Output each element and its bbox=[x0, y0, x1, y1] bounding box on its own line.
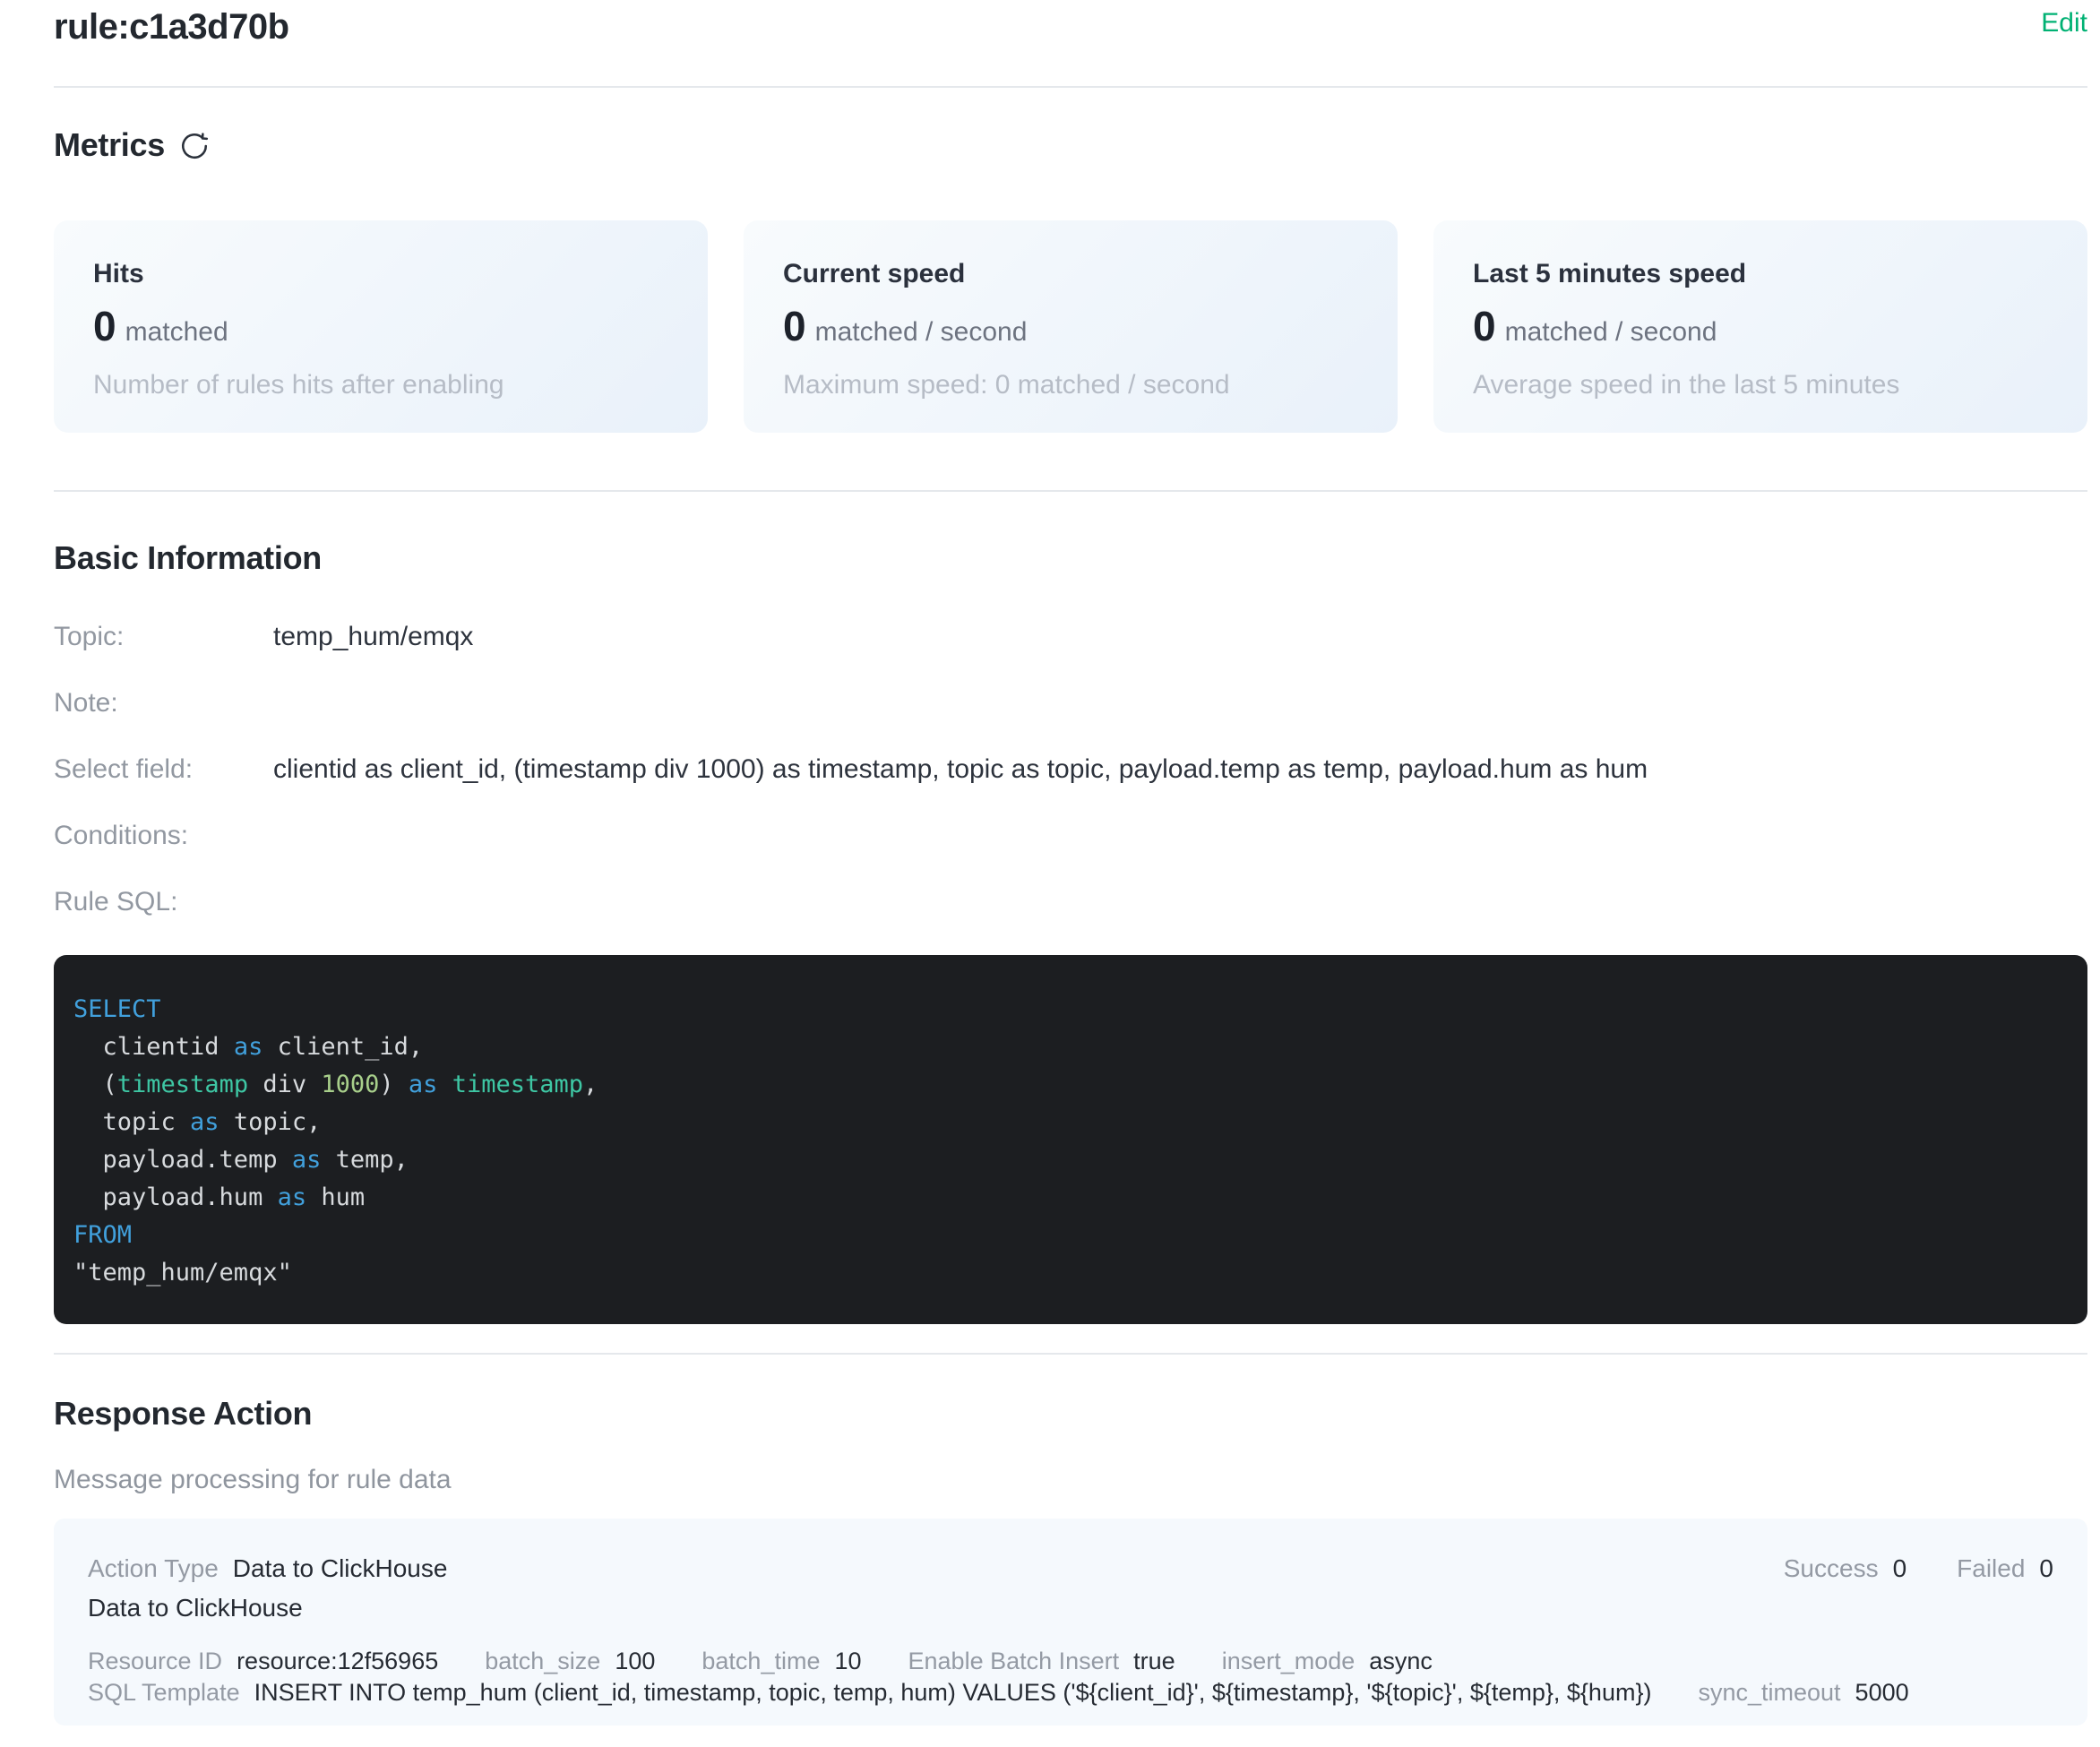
metric-card-description: Number of rules hits after enabling bbox=[93, 369, 668, 401]
param-sql-template: SQL Template INSERT INTO temp_hum (clien… bbox=[88, 1677, 1651, 1708]
info-row-topic: Topic: temp_hum/emqx bbox=[54, 624, 2087, 650]
action-card-header-row: Action Type Data to ClickHouse Success 0… bbox=[88, 1553, 2053, 1585]
param-value: true bbox=[1133, 1646, 1175, 1677]
param-insert-mode: insert_mode async bbox=[1222, 1646, 1433, 1677]
param-label: batch_size bbox=[485, 1646, 600, 1677]
page-header: rule:c1a3d70b Edit bbox=[54, 2, 2087, 54]
metric-card-value-row: 0 matched / second bbox=[1473, 301, 2048, 362]
failed-stat: Failed 0 bbox=[1957, 1553, 2053, 1585]
metric-card-title: Hits bbox=[93, 258, 668, 290]
rule-detail-page: rule:c1a3d70b Edit Metrics Hits 0 matched… bbox=[0, 0, 2100, 1747]
info-value: clientid as client_id, (timestamp div 10… bbox=[273, 756, 1648, 783]
sql-line: SELECT bbox=[73, 991, 2061, 1028]
action-type-value: Data to ClickHouse bbox=[233, 1553, 448, 1585]
failed-value: 0 bbox=[2039, 1553, 2053, 1585]
edit-link[interactable]: Edit bbox=[2041, 2, 2087, 45]
response-action-subtitle: Message processing for rule data bbox=[54, 1464, 2087, 1496]
param-label: Enable Batch Insert bbox=[908, 1646, 1120, 1677]
sql-line: topic as topic, bbox=[73, 1104, 2061, 1141]
info-label: Conditions: bbox=[54, 822, 273, 849]
info-label: Topic: bbox=[54, 624, 273, 650]
response-action-heading: Response Action bbox=[54, 1394, 2087, 1433]
action-type-label: Action Type bbox=[88, 1553, 219, 1585]
param-label: Resource ID bbox=[88, 1646, 222, 1677]
refresh-icon[interactable] bbox=[179, 131, 210, 161]
info-label: Select field: bbox=[54, 756, 273, 783]
sql-line: payload.hum as hum bbox=[73, 1179, 2061, 1217]
param-label: insert_mode bbox=[1222, 1646, 1356, 1677]
metric-card-value: 0 bbox=[783, 303, 806, 349]
metrics-section-heading: Metrics bbox=[54, 125, 2087, 165]
param-value: INSERT INTO temp_hum (client_id, timesta… bbox=[254, 1677, 1652, 1708]
sql-line: payload.temp as temp, bbox=[73, 1141, 2061, 1179]
sql-line: "temp_hum/emqx" bbox=[73, 1254, 2061, 1292]
success-stat: Success 0 bbox=[1784, 1553, 1906, 1585]
param-sync-timeout: sync_timeout 5000 bbox=[1698, 1677, 1908, 1708]
info-label: Note: bbox=[54, 690, 273, 717]
sql-line: clientid as client_id, bbox=[73, 1028, 2061, 1066]
metric-card-value: 0 bbox=[93, 303, 116, 349]
action-stats: Success 0 Failed 0 bbox=[1784, 1553, 2053, 1585]
info-label: Rule SQL: bbox=[54, 889, 273, 916]
metric-cards: Hits 0 matched Number of rules hits after… bbox=[54, 220, 2087, 433]
section-divider bbox=[54, 86, 2087, 88]
metric-card-description: Average speed in the last 5 minutes bbox=[1473, 369, 2048, 401]
rule-sql-code-block: SELECT clientid as client_id, (timestamp… bbox=[54, 955, 2087, 1324]
info-value: temp_hum/emqx bbox=[273, 624, 473, 650]
param-batch-size: batch_size 100 bbox=[485, 1646, 655, 1677]
param-resource-id: Resource ID resource:12f56965 bbox=[88, 1646, 438, 1677]
section-divider bbox=[54, 1353, 2087, 1355]
basic-information-rows: Topic: temp_hum/emqx Note: Select field:… bbox=[54, 624, 2087, 916]
param-value: 100 bbox=[615, 1646, 655, 1677]
sql-line: FROM bbox=[73, 1217, 2061, 1254]
failed-label: Failed bbox=[1957, 1553, 2025, 1585]
param-enable-batch-insert: Enable Batch Insert true bbox=[908, 1646, 1175, 1677]
param-value: 10 bbox=[834, 1646, 861, 1677]
metric-card-title: Current speed bbox=[783, 258, 1358, 290]
action-type: Action Type Data to ClickHouse bbox=[88, 1553, 447, 1585]
metrics-heading-label: Metrics bbox=[54, 125, 165, 165]
metric-card-title: Last 5 minutes speed bbox=[1473, 258, 2048, 290]
param-value: 5000 bbox=[1855, 1677, 1909, 1708]
sql-line: (timestamp div 1000) as timestamp, bbox=[73, 1066, 2061, 1104]
metric-card-last-5-minutes-speed: Last 5 minutes speed 0 matched / second A… bbox=[1433, 220, 2087, 433]
success-value: 0 bbox=[1893, 1553, 1907, 1585]
param-label: batch_time bbox=[701, 1646, 820, 1677]
param-value: resource:12f56965 bbox=[237, 1646, 438, 1677]
param-label: sync_timeout bbox=[1698, 1677, 1840, 1708]
metric-card-unit: matched bbox=[125, 317, 228, 347]
param-label: SQL Template bbox=[88, 1677, 240, 1708]
section-divider bbox=[54, 490, 2087, 492]
metric-card-value-row: 0 matched bbox=[93, 301, 668, 362]
page-title: rule:c1a3d70b bbox=[54, 2, 289, 52]
info-row-conditions: Conditions: bbox=[54, 822, 2087, 849]
metric-card-unit: matched / second bbox=[1505, 317, 1717, 347]
info-row-note: Note: bbox=[54, 690, 2087, 717]
basic-information-heading: Basic Information bbox=[54, 538, 2087, 578]
metric-card-current-speed: Current speed 0 matched / second Maximum … bbox=[744, 220, 1398, 433]
metric-card-value-row: 0 matched / second bbox=[783, 301, 1358, 362]
action-params: Resource ID resource:12f56965 batch_size… bbox=[88, 1646, 2053, 1708]
metric-card-hits: Hits 0 matched Number of rules hits after… bbox=[54, 220, 708, 433]
metric-card-value: 0 bbox=[1473, 303, 1496, 349]
info-row-rule-sql: Rule SQL: bbox=[54, 889, 2087, 916]
action-name: Data to ClickHouse bbox=[88, 1592, 2053, 1624]
success-label: Success bbox=[1784, 1553, 1879, 1585]
metric-card-description: Maximum speed: 0 matched / second bbox=[783, 369, 1358, 401]
param-value: async bbox=[1369, 1646, 1433, 1677]
action-card: Action Type Data to ClickHouse Success 0… bbox=[54, 1519, 2087, 1725]
param-batch-time: batch_time 10 bbox=[701, 1646, 861, 1677]
metric-card-unit: matched / second bbox=[815, 317, 1028, 347]
info-row-select-field: Select field: clientid as client_id, (ti… bbox=[54, 756, 2087, 783]
